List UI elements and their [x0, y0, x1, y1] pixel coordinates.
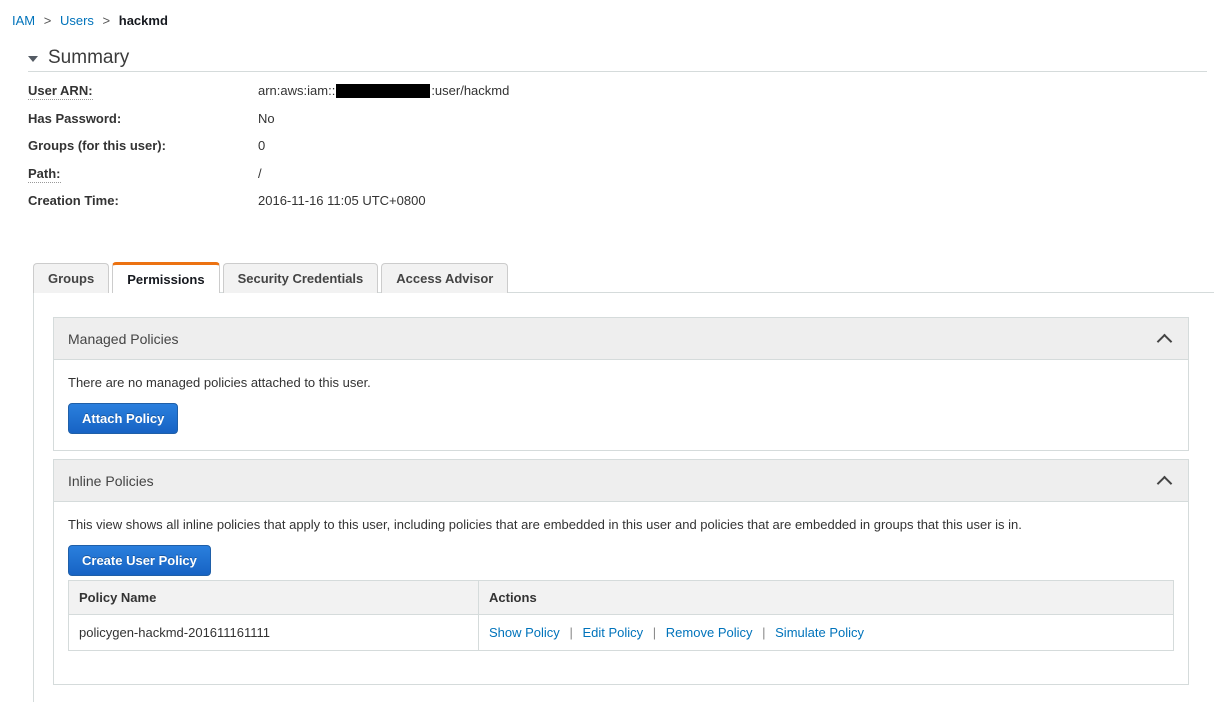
chevron-up-icon[interactable]: [1158, 474, 1172, 488]
tab-groups[interactable]: Groups: [33, 263, 110, 293]
summary-label-cell: Has Password:: [28, 111, 258, 126]
summary-value-user-arn: arn:aws:iam:: :user/hackmd: [258, 83, 509, 98]
table-row: policygen-hackmd-201611161111 Show Polic…: [68, 614, 1174, 651]
arn-suffix: :user/hackmd: [431, 83, 510, 98]
summary-value-path: /: [258, 165, 262, 181]
tab-bar: Groups Permissions Security Credentials …: [33, 262, 511, 293]
breadcrumb-current-hackmd: hackmd: [118, 13, 168, 28]
summary-label-cell: User ARN:: [28, 83, 258, 100]
breadcrumb-separator: >: [43, 13, 52, 28]
show-policy-link[interactable]: Show Policy: [489, 625, 560, 640]
summary-row-groups: Groups (for this user): 0: [28, 138, 509, 166]
breadcrumb-separator: >: [102, 13, 111, 28]
caret-down-icon[interactable]: [28, 56, 38, 62]
cell-actions: Show Policy | Edit Policy | Remove Polic…: [478, 614, 1174, 651]
inline-policies-table: Policy Name Actions policygen-hackmd-201…: [68, 580, 1174, 651]
remove-policy-link[interactable]: Remove Policy: [666, 625, 753, 640]
summary-label-groups: Groups (for this user):: [28, 138, 166, 153]
inline-policies-panel: Inline Policies This view shows all inli…: [53, 459, 1189, 685]
tab-panel-permissions: Managed Policies There are no managed po…: [33, 292, 1214, 702]
inline-policies-description: This view shows all inline policies that…: [68, 517, 1022, 532]
managed-policies-body: There are no managed policies attached t…: [54, 360, 1188, 450]
summary-row-user-arn: User ARN: arn:aws:iam:: :user/hackmd: [28, 83, 509, 111]
summary-section-header: Summary: [28, 44, 1207, 72]
summary-row-path: Path: /: [28, 166, 509, 194]
summary-label-creation-time: Creation Time:: [28, 193, 119, 208]
managed-policies-empty-text: There are no managed policies attached t…: [68, 375, 371, 390]
summary-row-creation-time: Creation Time: 2016-11-16 11:05 UTC+0800: [28, 193, 509, 221]
create-user-policy-button[interactable]: Create User Policy: [68, 545, 211, 576]
summary-label-path: Path:: [28, 165, 61, 183]
breadcrumb-link-iam[interactable]: IAM: [12, 13, 35, 28]
action-separator: |: [569, 625, 573, 640]
arn-prefix: arn:aws:iam::: [258, 83, 336, 98]
breadcrumb-link-users[interactable]: Users: [60, 13, 94, 28]
tab-access-advisor[interactable]: Access Advisor: [381, 263, 509, 293]
redacted-account-id: [336, 83, 431, 98]
summary-label-cell: Creation Time:: [28, 193, 258, 208]
summary-label-user-arn: User ARN:: [28, 83, 93, 100]
cell-policy-name: policygen-hackmd-201611161111: [68, 614, 479, 651]
tab-security-credentials[interactable]: Security Credentials: [222, 263, 379, 293]
attach-policy-button[interactable]: Attach Policy: [68, 403, 179, 434]
page-title: Summary: [48, 46, 130, 68]
managed-policies-title: Managed Policies: [68, 330, 179, 347]
summary-value-creation-time: 2016-11-16 11:05 UTC+0800: [258, 193, 426, 208]
table-body: policygen-hackmd-201611161111 Show Polic…: [68, 614, 1174, 651]
inline-policies-title: Inline Policies: [68, 472, 154, 489]
summary-value-groups: 0: [258, 138, 266, 153]
breadcrumb: IAM > Users > hackmd: [12, 13, 168, 29]
inline-policies-header: Inline Policies: [54, 460, 1188, 502]
action-separator: |: [652, 625, 657, 640]
tab-permissions[interactable]: Permissions: [112, 262, 220, 293]
summary-value-has-password: No: [258, 110, 275, 126]
summary-label-cell: Path:: [28, 166, 258, 183]
summary-details: User ARN: arn:aws:iam:: :user/hackmd Has…: [28, 83, 509, 221]
edit-policy-link[interactable]: Edit Policy: [582, 625, 643, 640]
column-header-policy-name: Policy Name: [68, 580, 479, 615]
simulate-policy-link[interactable]: Simulate Policy: [775, 625, 864, 640]
table-head: Policy Name Actions: [68, 580, 1174, 615]
managed-policies-header: Managed Policies: [54, 318, 1188, 360]
chevron-up-icon[interactable]: [1158, 332, 1172, 346]
summary-label-cell: Groups (for this user):: [28, 138, 258, 153]
managed-policies-panel: Managed Policies There are no managed po…: [53, 317, 1189, 451]
summary-label-has-password: Has Password:: [28, 110, 122, 126]
table-header-row: Policy Name Actions: [68, 580, 1174, 615]
summary-row-has-password: Has Password: No: [28, 111, 509, 139]
inline-policies-body: This view shows all inline policies that…: [54, 502, 1188, 667]
column-header-actions: Actions: [478, 580, 1174, 615]
action-separator: |: [762, 625, 766, 640]
